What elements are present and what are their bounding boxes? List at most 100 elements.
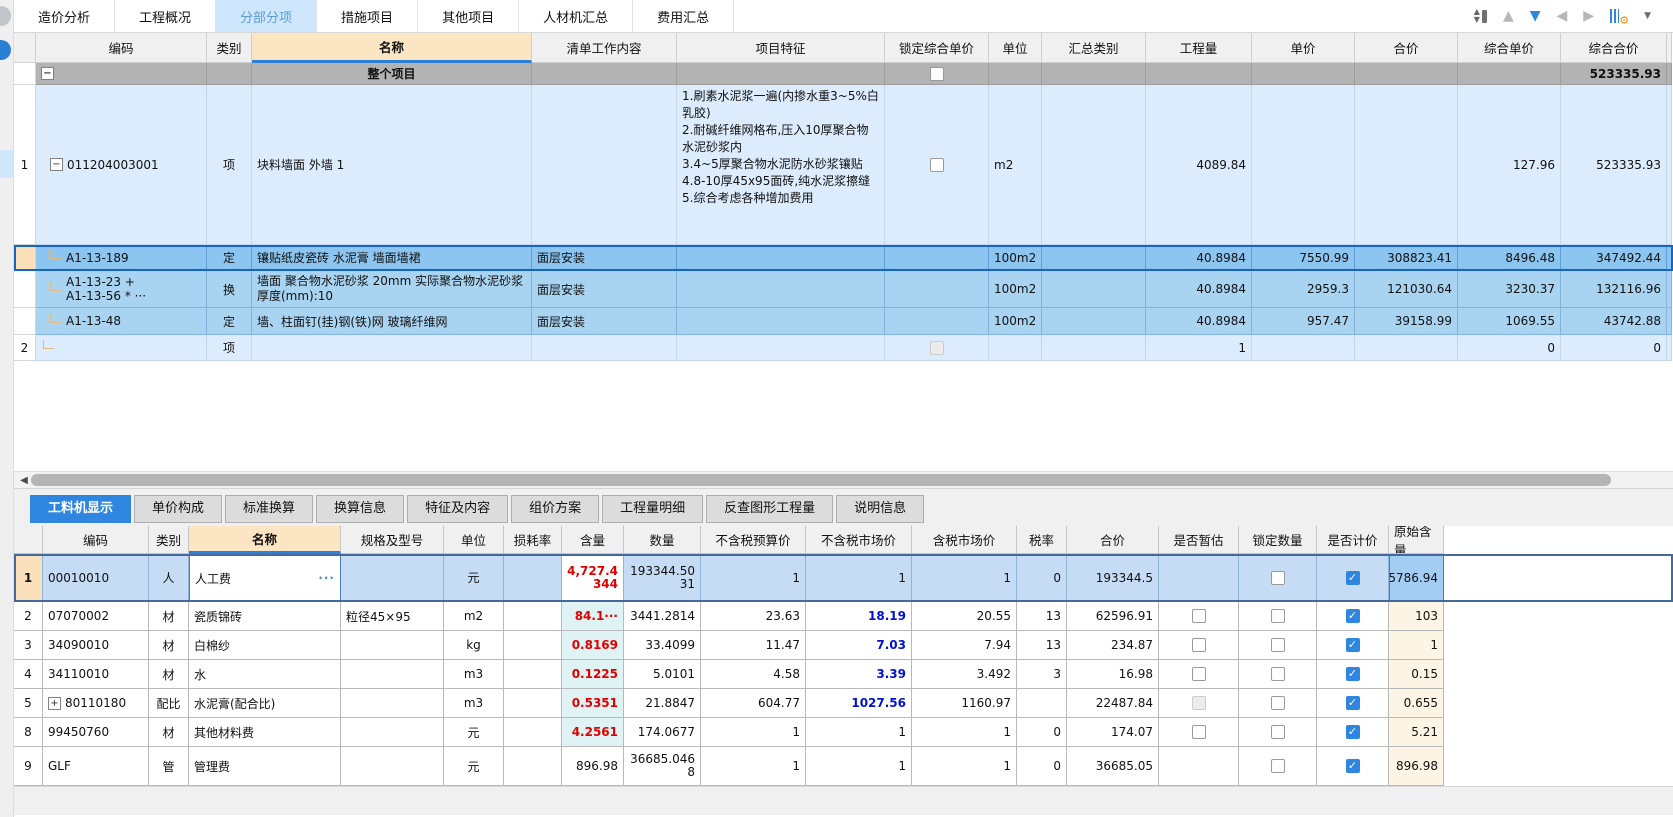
resource-row-1[interactable]: 1 00010010 人 人工费 ··· 元 4,727.4344 193344.… [14,554,1673,602]
cell-quantity[interactable]: 193344.5031 [624,554,701,602]
cell-name[interactable]: 镶贴纸皮瓷砖 水泥膏 墙面墙裙 [252,245,532,271]
lock-qty-checkbox[interactable]: ✓ [1270,570,1285,585]
cell-lock[interactable]: ✓ [885,63,989,85]
h-scrollbar[interactable]: ◀ [14,471,1673,489]
cell-feature[interactable] [677,335,885,361]
cell-quantity[interactable]: 36685.0468 [624,747,701,786]
cell-category[interactable]: 配比 [149,689,189,718]
cell-unit[interactable]: kg [444,631,504,660]
cell-original-content[interactable]: 0.655 [1389,689,1444,718]
cell-category[interactable]: 管 [149,747,189,786]
cell-budget-price[interactable]: 11.47 [701,631,806,660]
cell-original-content[interactable]: 1 [1389,631,1444,660]
lock-checkbox[interactable]: ✓ [929,157,944,172]
cell-qty[interactable] [1146,63,1252,85]
cell-name[interactable]: 整个项目 [252,63,532,85]
move-left-icon[interactable]: ◀ [1557,9,1568,23]
row-number[interactable]: 5 [14,689,43,718]
cell-price[interactable] [1252,85,1355,245]
cell-spec[interactable] [341,747,444,786]
cell-total[interactable]: 174.07 [1067,718,1159,747]
cell-is-priced[interactable]: ✓ [1317,631,1389,660]
cell-name[interactable]: 水泥膏(配合比) [189,689,341,718]
cell-comp-total[interactable]: 523335.93 [1561,85,1667,245]
cell-summary[interactable] [1042,245,1146,271]
cell-price[interactable]: 2959.3 [1252,271,1355,308]
cell-name[interactable]: 其他材料费 [189,718,341,747]
cell-lock[interactable] [885,271,989,308]
cell-lock-qty[interactable]: ✓ [1239,602,1317,631]
cell-work[interactable]: 面层安装 [532,245,677,271]
cell-spec[interactable]: 粒径45×95 [341,602,444,631]
cell-quantity[interactable]: 174.0677 [624,718,701,747]
tab-cost-analysis[interactable]: 造价分析 [14,0,116,32]
cell-work[interactable] [532,335,677,361]
cell-content[interactable]: 0.1225 [562,660,624,689]
priced-checkbox[interactable]: ✓ [1345,759,1360,773]
cell-content[interactable]: 0.5351 [562,689,624,718]
cell-loss[interactable] [504,554,562,602]
cell-code[interactable]: A1-13-23 + A1-13-56 * ··· [36,271,207,308]
tab-standard-conversion[interactable]: 标准换算 [225,495,314,523]
cell-total[interactable] [1355,85,1458,245]
cell-code[interactable]: 34110010 [43,660,149,689]
cell-total[interactable]: 39158.99 [1355,308,1458,335]
cell-total[interactable]: 234.87 [1067,631,1159,660]
cell-code[interactable]: 00010010 [43,554,149,602]
move-up-icon[interactable]: ▲ [1503,9,1514,23]
cell-summary[interactable] [1042,271,1146,308]
estimated-checkbox[interactable]: ✓ [1191,725,1206,739]
tab-pricing-scheme[interactable]: 组价方案 [511,495,600,523]
cell-work[interactable] [532,85,677,245]
resource-row-2[interactable]: 2 07070002 材 瓷质锦砖 粒径45×95 m2 84.1··· 344… [14,602,1673,631]
cell-code[interactable]: GLF [43,747,149,786]
tab-feature-content[interactable]: 特征及内容 [407,495,509,523]
priced-checkbox[interactable]: ✓ [1345,725,1360,739]
cell-is-estimated[interactable]: ✓ [1159,554,1239,602]
resource-row-5[interactable]: 5 +80110180 配比 水泥膏(配合比) m3 0.5351 21.884… [14,689,1673,718]
cell-is-estimated[interactable]: ✓ [1159,747,1239,786]
cell-unit[interactable]: 元 [444,718,504,747]
lock-qty-checkbox[interactable]: ✓ [1270,609,1285,623]
cell-budget-price[interactable]: 1 [701,718,806,747]
cell-code[interactable]: −011204003001 [36,85,207,245]
cell-budget-price[interactable]: 604.77 [701,689,806,718]
cell-name-edit[interactable]: 人工费 ··· [189,554,341,602]
cell-category[interactable]: 材 [149,660,189,689]
lock-qty-checkbox[interactable]: ✓ [1270,667,1285,681]
move-down-icon[interactable]: ▼ [1530,9,1541,23]
cell-taxed-price[interactable]: 7.94 [912,631,1017,660]
cell-is-priced[interactable]: ✓ [1317,689,1389,718]
cell-lock-qty[interactable]: ✓ [1239,747,1317,786]
cell-unit[interactable]: 100m2 [989,308,1042,335]
cell-qty[interactable]: 40.8984 [1146,308,1252,335]
collapse-expand-icon[interactable]: ▲ ▼ [1474,8,1487,24]
cell-total[interactable]: 308823.41 [1355,245,1458,271]
cell-work[interactable]: 面层安装 [532,271,677,308]
boq-row-a1-13-48[interactable]: A1-13-48 定 墙、柱面钉(挂)钢(铁)网 玻璃纤维网 面层安装 100m… [14,308,1673,335]
cell-quantity[interactable]: 33.4099 [624,631,701,660]
project-summary-row[interactable]: − 整个项目 ✓ 523335.93 [14,63,1673,85]
boq-row-1[interactable]: 1 −011204003001 项 块料墙面 外墙 1 1.刷素水泥浆一遍(内掺… [14,85,1673,245]
lock-checkbox[interactable]: ✓ [929,340,944,355]
cell-comp-total[interactable]: 347492.44 [1561,245,1667,271]
cell-total[interactable]: 16.98 [1067,660,1159,689]
priced-checkbox[interactable]: ✓ [1345,609,1360,623]
cell-total[interactable]: 36685.05 [1067,747,1159,786]
cell-feature[interactable] [677,63,885,85]
boq-row-2[interactable]: 2 项 ✓ 1 0 0 [14,335,1673,361]
cell-summary[interactable] [1042,335,1146,361]
collapse-box[interactable]: − [50,158,63,171]
tab-measures[interactable]: 措施项目 [317,0,419,32]
cell-unit[interactable]: m3 [444,660,504,689]
row-number[interactable]: 4 [14,660,43,689]
cell-total[interactable]: 193344.5 [1067,554,1159,602]
cell-is-priced[interactable]: ✓ [1317,718,1389,747]
scrollbar-thumb[interactable] [31,474,1611,486]
tab-quantity-detail[interactable]: 工程量明细 [602,495,704,523]
lock-qty-checkbox[interactable]: ✓ [1270,638,1285,652]
cell-work[interactable] [532,63,677,85]
cell-comp-total[interactable]: 523335.93 [1561,63,1667,85]
tab-resource-display[interactable]: 工料机显示 [30,495,132,523]
display-settings-icon[interactable]: ⚙ [1610,8,1629,27]
